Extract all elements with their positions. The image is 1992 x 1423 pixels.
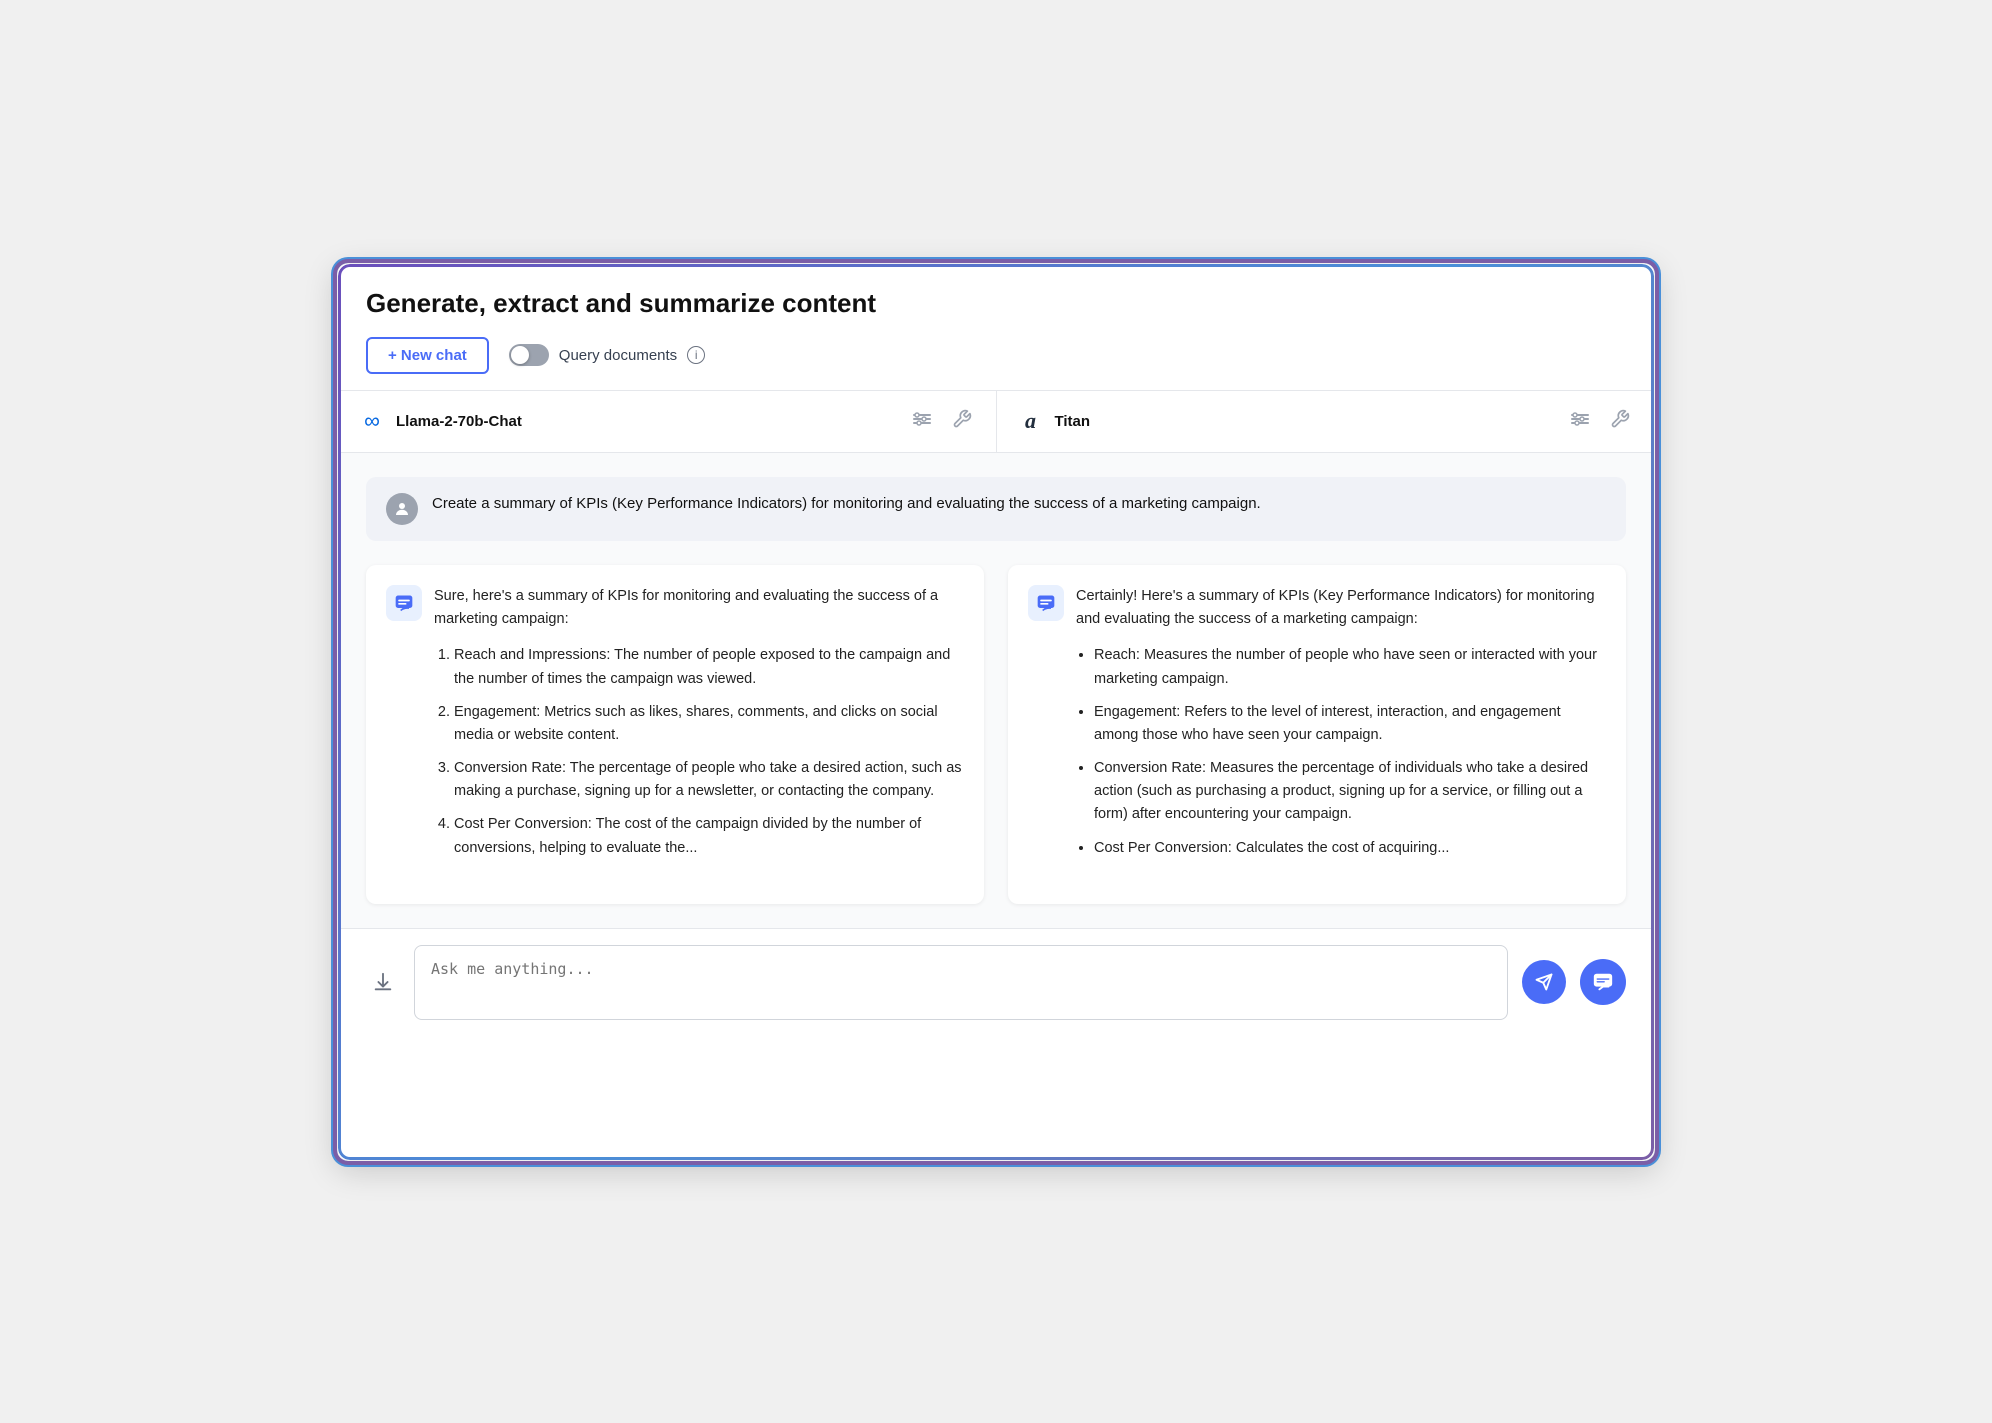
list-item: Engagement: Refers to the level of inter…: [1094, 701, 1606, 747]
llama-settings-icon: [912, 409, 932, 429]
query-docs-toggle-group: Query documents i: [509, 344, 705, 366]
titan-chat-icon: [1036, 593, 1056, 613]
send-button[interactable]: [1522, 960, 1566, 1004]
query-docs-label: Query documents: [559, 347, 677, 364]
list-item: Cost Per Conversion: Calculates the cost…: [1094, 837, 1606, 860]
amazon-logo-icon: a: [1017, 407, 1045, 435]
toolbar: + New chat Query documents i: [366, 337, 1626, 374]
app-container: Generate, extract and summarize content …: [336, 262, 1656, 1162]
chat-fab-icon: [1592, 971, 1614, 993]
titan-intro: Certainly! Here's a summary of KPIs (Key…: [1076, 585, 1606, 633]
download-button[interactable]: [366, 965, 400, 999]
responses-grid: Sure, here's a summary of KPIs for monit…: [366, 565, 1626, 904]
list-item: Conversion Rate: The percentage of peopl…: [454, 757, 964, 803]
query-docs-info-icon[interactable]: i: [687, 346, 705, 364]
llama-response-card: Sure, here's a summary of KPIs for monit…: [366, 565, 984, 904]
list-item: Conversion Rate: Measures the percentage…: [1094, 757, 1606, 827]
llama-ai-avatar: [386, 585, 422, 621]
titan-settings-button[interactable]: [1566, 405, 1594, 438]
models-bar: ∞ Llama-2-70b-Chat: [338, 391, 1654, 453]
page-title: Generate, extract and summarize content: [366, 288, 1626, 319]
model-tab-titan: a Titan: [997, 391, 1655, 452]
titan-model-actions: [1566, 405, 1634, 438]
llama-model-name: Llama-2-70b-Chat: [396, 413, 898, 430]
input-bar: [338, 928, 1654, 1040]
llama-response-header: Sure, here's a summary of KPIs for monit…: [386, 585, 964, 870]
titan-settings-icon: [1570, 409, 1590, 429]
llama-tools-button[interactable]: [948, 405, 976, 438]
llama-model-actions: [908, 405, 976, 438]
chat-input[interactable]: [431, 960, 1491, 1000]
meta-logo-icon: ∞: [358, 407, 386, 435]
user-avatar: [386, 493, 418, 525]
titan-tools-button[interactable]: [1606, 405, 1634, 438]
llama-response-content: Sure, here's a summary of KPIs for monit…: [434, 585, 964, 870]
model-tab-llama: ∞ Llama-2-70b-Chat: [338, 391, 997, 452]
llama-intro: Sure, here's a summary of KPIs for monit…: [434, 585, 964, 633]
user-avatar-icon: [393, 500, 411, 518]
llama-chat-icon: [394, 593, 414, 613]
titan-model-name: Titan: [1055, 413, 1557, 430]
list-item: Engagement: Metrics such as likes, share…: [454, 701, 964, 747]
titan-response-list: Reach: Measures the number of people who…: [1076, 644, 1606, 860]
header: Generate, extract and summarize content …: [338, 264, 1654, 391]
chat-fab-button[interactable]: [1580, 959, 1626, 1005]
download-icon: [372, 971, 394, 993]
llama-settings-button[interactable]: [908, 405, 936, 438]
chat-content: Create a summary of KPIs (Key Performanc…: [338, 453, 1654, 928]
list-item: Reach and Impressions: The number of peo…: [454, 644, 964, 690]
send-icon: [1535, 973, 1553, 991]
llama-response-list: Reach and Impressions: The number of peo…: [434, 644, 964, 860]
titan-response-header: Certainly! Here's a summary of KPIs (Key…: [1028, 585, 1606, 870]
titan-response-content: Certainly! Here's a summary of KPIs (Key…: [1076, 585, 1606, 870]
chat-input-wrapper[interactable]: [414, 945, 1508, 1020]
list-item: Reach: Measures the number of people who…: [1094, 644, 1606, 690]
titan-ai-avatar: [1028, 585, 1064, 621]
list-item: Cost Per Conversion: The cost of the cam…: [454, 813, 964, 859]
titan-response-card: Certainly! Here's a summary of KPIs (Key…: [1008, 565, 1626, 904]
query-docs-toggle[interactable]: [509, 344, 549, 366]
new-chat-button[interactable]: + New chat: [366, 337, 489, 374]
user-message-text: Create a summary of KPIs (Key Performanc…: [432, 493, 1261, 516]
llama-wrench-icon: [952, 409, 972, 429]
titan-wrench-icon: [1610, 409, 1630, 429]
user-message: Create a summary of KPIs (Key Performanc…: [366, 477, 1626, 541]
